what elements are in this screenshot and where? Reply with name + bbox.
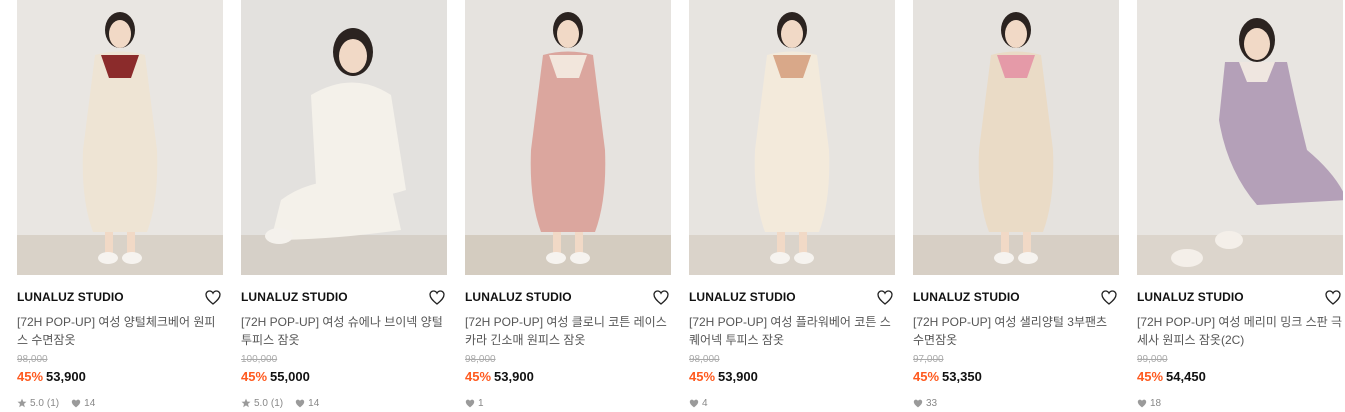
product-card[interactable]: LUNALUZ STUDIO [72H POP-UP] 여성 샐리양털 3부팬츠… (913, 0, 1119, 409)
discount-rate: 45% (1137, 369, 1164, 384)
like-heart-icon (71, 399, 81, 407)
brand-name[interactable]: LUNALUZ STUDIO (689, 290, 796, 304)
wishlist-heart-icon[interactable] (204, 288, 222, 306)
brand-name[interactable]: LUNALUZ STUDIO (17, 290, 124, 304)
product-card[interactable]: LUNALUZ STUDIO [72H POP-UP] 여성 메리미 밍크 스판… (1137, 0, 1343, 409)
discount-rate: 45% (913, 369, 940, 384)
product-meta: 1 (465, 397, 671, 409)
original-price: 98,000 (17, 354, 48, 365)
sale-price-row: 45% 54,450 (1137, 369, 1343, 385)
product-image[interactable] (913, 0, 1119, 275)
sale-price: 54,450 (1166, 369, 1206, 384)
product-meta: 5.0 (1) 14 (17, 397, 223, 409)
original-price: 99,000 (1137, 354, 1168, 365)
product-image[interactable] (465, 0, 671, 275)
review-count: (1) (46, 397, 60, 409)
product-title[interactable]: [72H POP-UP] 여성 클로니 코튼 레이스카라 긴소매 원피스 잠옷 (465, 313, 671, 349)
wishlist-heart-icon[interactable] (1324, 288, 1342, 306)
rating: 5.0 (1) (17, 398, 68, 409)
wishlist-heart-icon[interactable] (428, 288, 446, 306)
brand-name[interactable]: LUNALUZ STUDIO (1137, 290, 1244, 304)
review-count: (1) (270, 397, 284, 409)
wishlist-heart-icon[interactable] (1100, 288, 1118, 306)
product-meta: 33 (913, 397, 1119, 409)
brand-name[interactable]: LUNALUZ STUDIO (465, 290, 572, 304)
like-count: 1 (478, 397, 484, 409)
sale-price: 53,900 (494, 369, 534, 384)
star-icon (17, 398, 27, 408)
wishlist-heart-icon[interactable] (876, 288, 894, 306)
original-price: 97,000 (913, 354, 944, 365)
product-card[interactable]: LUNALUZ STUDIO [72H POP-UP] 여성 슈에나 브이넥 양… (241, 0, 447, 409)
product-title[interactable]: [72H POP-UP] 여성 양털체크베어 원피스 수면잠옷 (17, 313, 223, 349)
product-image[interactable] (689, 0, 895, 275)
rating-value: 5.0 (254, 397, 268, 409)
sale-price-row: 45% 53,350 (913, 369, 1119, 385)
product-card[interactable]: LUNALUZ STUDIO [72H POP-UP] 여성 클로니 코튼 레이… (465, 0, 671, 409)
like-count: 18 (1150, 397, 1162, 409)
discount-rate: 45% (241, 369, 268, 384)
brand-name[interactable]: LUNALUZ STUDIO (913, 290, 1020, 304)
original-price: 98,000 (465, 354, 496, 365)
sale-price: 53,350 (942, 369, 982, 384)
sale-price-row: 45% 53,900 (465, 369, 671, 385)
sale-price: 53,900 (46, 369, 86, 384)
sale-price-row: 45% 53,900 (689, 369, 895, 385)
like-count: 33 (926, 397, 938, 409)
like-heart-icon (1137, 399, 1147, 407)
wishlist-heart-icon[interactable] (652, 288, 670, 306)
product-grid: LUNALUZ STUDIO [72H POP-UP] 여성 양털체크베어 원피… (17, 0, 1343, 409)
like-heart-icon (913, 399, 923, 407)
rating-value: 5.0 (30, 397, 44, 409)
like-heart-icon (689, 399, 699, 407)
like-count: 4 (702, 397, 708, 409)
product-card[interactable]: LUNALUZ STUDIO [72H POP-UP] 여성 플라워베어 코튼 … (689, 0, 895, 409)
rating: 5.0 (1) (241, 398, 292, 409)
product-meta: 5.0 (1) 14 (241, 397, 447, 409)
like-heart-icon (295, 399, 305, 407)
like-count: 14 (308, 397, 320, 409)
sale-price-row: 45% 53,900 (17, 369, 223, 385)
product-image[interactable] (241, 0, 447, 275)
product-card[interactable]: LUNALUZ STUDIO [72H POP-UP] 여성 양털체크베어 원피… (17, 0, 223, 409)
discount-rate: 45% (465, 369, 492, 384)
product-title[interactable]: [72H POP-UP] 여성 메리미 밍크 스판 극세사 원피스 잠옷(2C) (1137, 313, 1343, 349)
original-price: 100,000 (241, 354, 278, 365)
product-title[interactable]: [72H POP-UP] 여성 샐리양털 3부팬츠 수면잠옷 (913, 313, 1119, 349)
brand-name[interactable]: LUNALUZ STUDIO (241, 290, 348, 304)
discount-rate: 45% (17, 369, 44, 384)
like-count: 14 (84, 397, 96, 409)
product-title[interactable]: [72H POP-UP] 여성 플라워베어 코튼 스퀘어넥 투피스 잠옷 (689, 313, 895, 349)
original-price: 98,000 (689, 354, 720, 365)
sale-price-row: 45% 55,000 (241, 369, 447, 385)
like-heart-icon (465, 399, 475, 407)
sale-price: 53,900 (718, 369, 758, 384)
discount-rate: 45% (689, 369, 716, 384)
product-meta: 4 (689, 397, 895, 409)
sale-price: 55,000 (270, 369, 310, 384)
product-image[interactable] (17, 0, 223, 275)
product-title[interactable]: [72H POP-UP] 여성 슈에나 브이넥 양털 투피스 잠옷 (241, 313, 447, 349)
star-icon (241, 398, 251, 408)
product-image[interactable] (1137, 0, 1343, 275)
product-meta: 18 (1137, 397, 1343, 409)
